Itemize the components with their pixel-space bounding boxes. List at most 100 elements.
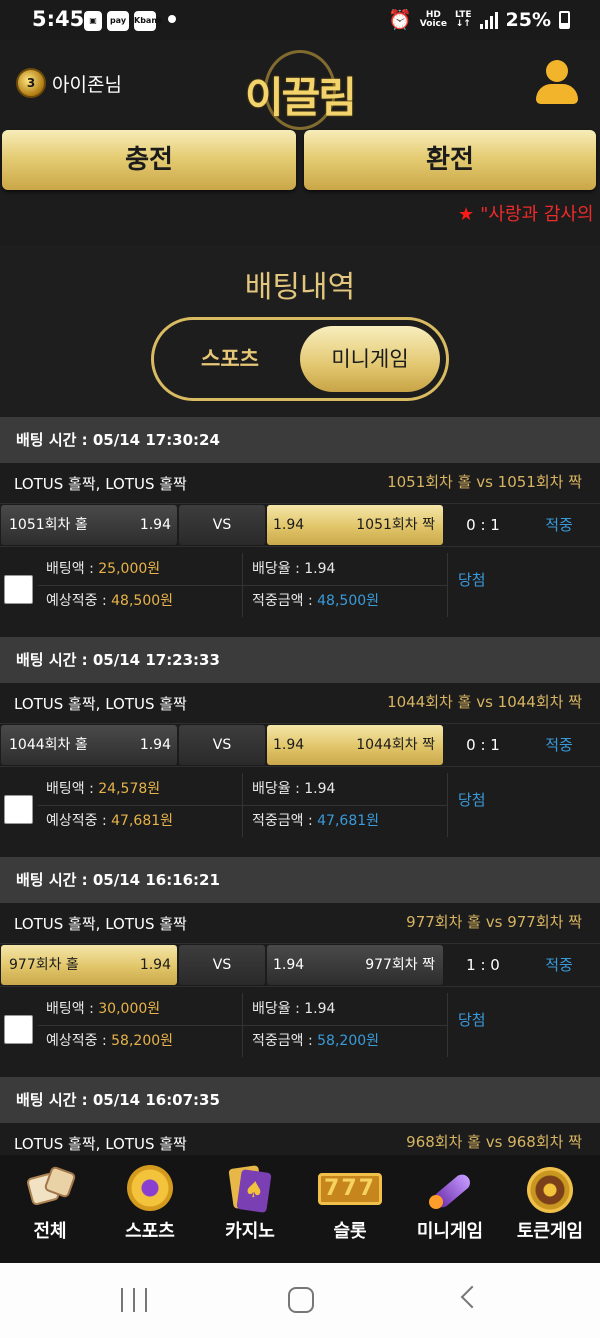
home-option-selected[interactable]: 977회차 홀 1.94 [1, 945, 177, 985]
bet-time: 배팅 시간 : 05/14 17:30:24 [0, 417, 600, 463]
bet-amount: 배팅액 : 24,578원 [46, 773, 160, 805]
nav-item-casino[interactable]: ♠ 카지노 [200, 1155, 300, 1263]
away-option-selected[interactable]: 1.94 1044회차 짝 [267, 725, 443, 765]
away-option[interactable]: 1.94 977회차 짝 [267, 945, 443, 985]
user-info[interactable]: 3 아이존님 [16, 68, 122, 98]
nav-item-token-game[interactable]: 토큰게임 [500, 1155, 600, 1263]
lte-label: LTE [454, 9, 472, 20]
clock: 5:45 [32, 7, 85, 31]
away-option-selected[interactable]: 1.94 1051회차 짝 [267, 505, 443, 545]
win-amount-value: 47,681원 [317, 813, 380, 829]
page-title: 배팅내역 [244, 270, 356, 305]
charge-button[interactable]: 충전 [2, 130, 296, 190]
soccer-ball-icon [125, 1165, 175, 1213]
notice-marquee: ★ "사랑과 감사의 [458, 200, 594, 226]
signal-icon [479, 11, 498, 29]
roulette-icon [525, 1165, 575, 1213]
bet-detail: 배팅액 : 24,578원 예상적중 : 47,681원 배당율 : 1.94 … [0, 767, 600, 857]
nav-label: 토큰게임 [516, 1221, 584, 1242]
vs-label: VS [179, 505, 265, 545]
bet-history-list[interactable]: 배팅 시간 : 05/14 17:30:24 LOTUS 홀짝, LOTUS 홀… [0, 417, 600, 1155]
nav-label: 카지노 [225, 1221, 275, 1242]
nav-item-sports[interactable]: 스포츠 [100, 1155, 200, 1263]
exchange-button[interactable]: 환전 [304, 130, 596, 190]
recent-apps-icon[interactable] [121, 1288, 147, 1312]
bet-checkbox[interactable] [4, 575, 33, 604]
home-team: 1051회차 홀 [9, 517, 88, 533]
nav-item-slot[interactable]: 777 슬롯 [300, 1155, 400, 1263]
result-status: 적중 [545, 956, 573, 974]
tab-sports[interactable]: 스포츠 [160, 326, 300, 392]
odds-value: 1.94 [304, 561, 336, 577]
odds: 배당율 : 1.94 [252, 773, 335, 805]
bet-checkbox[interactable] [4, 1015, 33, 1044]
bet-match-info: LOTUS 홀짝, LOTUS 홀짝 977회차 홀 vs 977회차 짝 [0, 903, 600, 943]
bet-time: 배팅 시간 : 05/14 17:23:33 [0, 637, 600, 683]
win-amount: 적중금액 : 47,681원 [252, 805, 379, 837]
result-status: 적중 [545, 516, 573, 534]
star-icon: ★ [458, 204, 475, 225]
odds-label: 배당율 : [252, 781, 305, 797]
vs-label: VS [179, 725, 265, 765]
bet-amounts: 배팅액 : 30,000원 예상적중 : 58,200원 배당율 : 1.94 … [38, 993, 448, 1057]
gallery-icon: ▣ [84, 11, 102, 31]
bet-selection-row: 1051회차 홀 1.94 VS 1.94 1051회차 짝 0 : 1 적중 [0, 503, 600, 547]
system-nav-bar [0, 1263, 600, 1338]
dice-icon [25, 1165, 77, 1213]
game-name: LOTUS 홀짝, LOTUS 홀짝 [14, 475, 187, 493]
away-team: 977회차 짝 [365, 957, 435, 973]
score: 1 : 0 [466, 956, 500, 974]
win-status: 당첨 [458, 1011, 486, 1029]
away-odd: 1.94 [273, 957, 305, 973]
bet-amount: 배팅액 : 25,000원 [46, 553, 160, 585]
lte-icon: LTE ↓↑ [454, 9, 472, 29]
slot-777-icon: 777 [318, 1165, 382, 1213]
notification-dot-icon [168, 15, 176, 23]
alarm-icon: ⏰ [388, 9, 412, 31]
score: 0 : 1 [466, 736, 500, 754]
win-amount-value: 48,500원 [317, 593, 380, 609]
bet-match-info: LOTUS 홀짝, LOTUS 홀짝 1044회차 홀 vs 1044회차 짝 [0, 683, 600, 723]
expected-value: 48,500원 [111, 593, 174, 609]
nav-item-all[interactable]: 전체 [0, 1155, 100, 1263]
slot-777-text: 777 [318, 1173, 382, 1205]
back-icon[interactable] [460, 1285, 484, 1309]
bet-amounts: 배팅액 : 25,000원 예상적중 : 48,500원 배당율 : 1.94 … [38, 553, 448, 617]
battery-percent: 25% [505, 8, 551, 31]
odds-label: 배당율 : [252, 1001, 305, 1017]
status-right: ⏰ HD Voice LTE ↓↑ 25% [388, 8, 570, 31]
nav-label: 미니게임 [416, 1221, 484, 1242]
expected-win: 예상적중 : 47,681원 [46, 805, 173, 837]
expected-label: 예상적중 : [46, 593, 112, 609]
away-odd: 1.94 [273, 517, 305, 533]
bottom-nav: 전체 스포츠 ♠ 카지노 777 슬롯 미니게임 토큰게임 [0, 1155, 600, 1263]
profile-icon[interactable] [534, 60, 578, 106]
home-odd: 1.94 [139, 957, 171, 973]
home-option[interactable]: 1044회차 홀 1.94 [1, 725, 177, 765]
bet-card: 배팅 시간 : 05/14 16:07:35 LOTUS 홀짝, LOTUS 홀… [0, 1077, 600, 1155]
result-status: 적중 [545, 736, 573, 754]
bet-amount: 배팅액 : 30,000원 [46, 993, 160, 1025]
nav-item-minigame[interactable]: 미니게임 [400, 1155, 500, 1263]
level-badge-icon: 3 [16, 68, 46, 98]
tab-minigame[interactable]: 미니게임 [300, 326, 440, 392]
win-status: 당첨 [458, 571, 486, 589]
win-amount: 적중금액 : 48,500원 [252, 585, 379, 617]
expected-win: 예상적중 : 48,500원 [46, 585, 173, 617]
bet-detail: 배팅액 : 30,000원 예상적중 : 58,200원 배당율 : 1.94 … [0, 987, 600, 1077]
score: 0 : 1 [466, 516, 500, 534]
site-logo[interactable]: 이끌림 [244, 50, 357, 130]
bet-card: 배팅 시간 : 05/14 17:23:33 LOTUS 홀짝, LOTUS 홀… [0, 637, 600, 857]
bet-amount-label: 배팅액 : [46, 781, 99, 797]
home-option[interactable]: 1051회차 홀 1.94 [1, 505, 177, 545]
kbank-icon: Kbank [134, 11, 162, 31]
bet-selection-row: 977회차 홀 1.94 VS 1.94 977회차 짝 1 : 0 적중 [0, 943, 600, 987]
game-name: LOTUS 홀짝, LOTUS 홀짝 [14, 915, 187, 933]
nav-label: 전체 [33, 1221, 67, 1242]
bet-checkbox[interactable] [4, 795, 33, 824]
user-name: 아이존님 [52, 73, 122, 96]
home-odd: 1.94 [139, 517, 171, 533]
expected-value: 47,681원 [111, 813, 174, 829]
home-icon[interactable] [288, 1287, 314, 1313]
game-name: LOTUS 홀짝, LOTUS 홀짝 [14, 1135, 187, 1153]
